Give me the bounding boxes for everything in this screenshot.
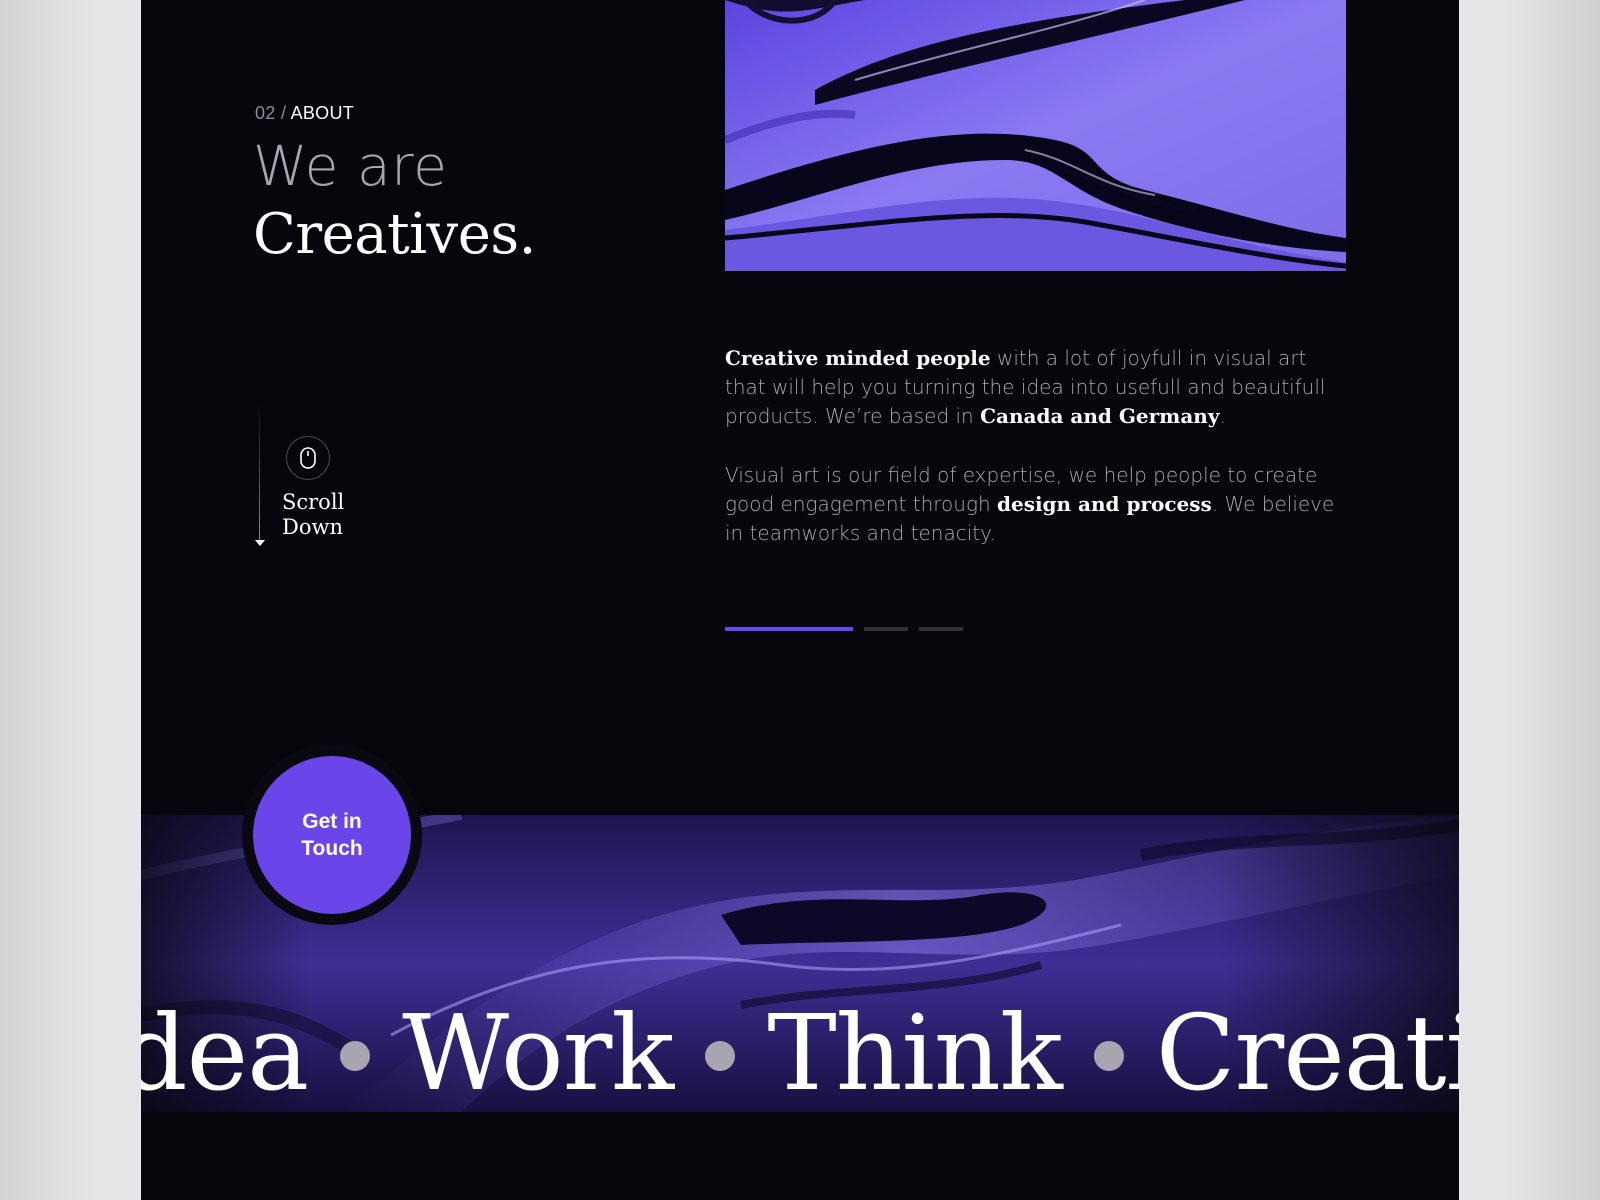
slide-indicator-1-active[interactable] — [725, 627, 853, 631]
strong-creative-minded-people: Creative minded people — [725, 346, 991, 370]
scroll-label-line-1: Scroll — [282, 490, 345, 514]
about-paragraph-2: Visual art is our field of expertise, we… — [725, 461, 1345, 548]
slide-indicator-3[interactable] — [919, 627, 963, 631]
bullet-dot-icon — [340, 1040, 371, 1071]
about-paragraph-1: Creative minded people with a lot of joy… — [725, 344, 1345, 431]
cta-ring: Get in Touch — [242, 745, 422, 925]
scroll-down-label: Scroll Down — [282, 490, 344, 540]
hero-abstract-image — [725, 0, 1346, 271]
mouse-icon — [286, 436, 330, 480]
page-headline: We are Creatives. — [253, 132, 536, 270]
scroll-label-line-2: Down — [282, 515, 343, 539]
cta-line-2: Touch — [301, 837, 363, 860]
headline-line-1: We are — [253, 134, 448, 198]
bullet-dot-icon — [705, 1040, 736, 1071]
strong-locations: Canada and Germany — [980, 404, 1220, 428]
marquee-word-4: Creative — [1155, 992, 1459, 1112]
about-copy: Creative minded people with a lot of joy… — [725, 344, 1345, 578]
slide-indicator-2[interactable] — [864, 627, 908, 631]
marquee-word-3: Think — [767, 992, 1063, 1112]
scroll-down-indicator[interactable]: Scroll Down — [255, 400, 375, 555]
get-in-touch-button[interactable]: Get in Touch — [253, 756, 411, 914]
section-number: 02 — [255, 103, 276, 123]
section-separator: / — [280, 103, 287, 123]
marquee-word-2: Work — [402, 992, 674, 1112]
strong-design-and-process: design and process — [996, 492, 1212, 516]
arrow-down-icon — [255, 540, 265, 546]
cta-line-1: Get in — [302, 810, 362, 833]
section-eyebrow: 02 / ABOUT — [255, 103, 354, 124]
scroll-line — [259, 400, 260, 542]
about-section: 02 / ABOUT We are Creatives. Scroll Down… — [141, 0, 1459, 1200]
marquee-word-1: dea — [141, 992, 309, 1112]
headline-line-2: Creatives. — [253, 202, 536, 267]
paragraph-1-text-b: . — [1219, 404, 1226, 428]
marquee-text: dea Work Think Creative — [141, 993, 1459, 1112]
section-label: ABOUT — [290, 103, 355, 123]
bullet-dot-icon — [1093, 1040, 1124, 1071]
